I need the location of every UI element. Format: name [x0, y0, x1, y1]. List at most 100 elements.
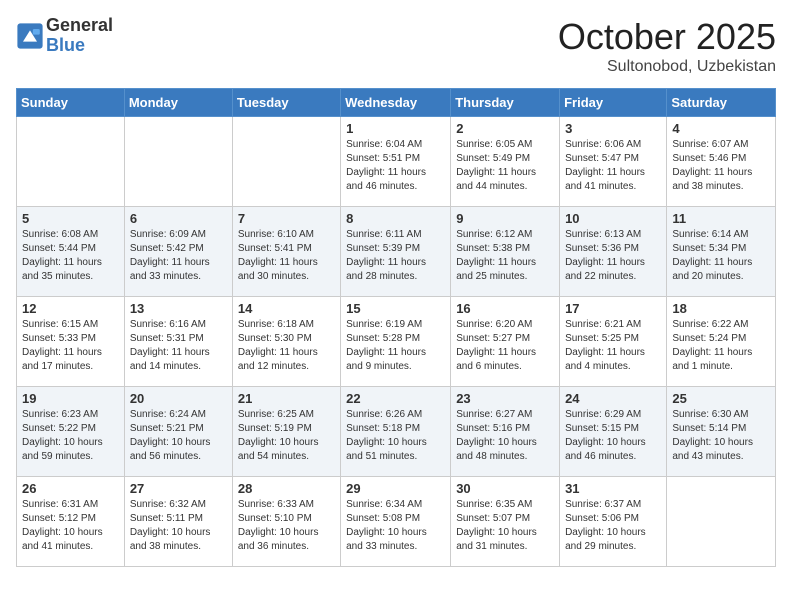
day-info: Sunrise: 6:19 AM Sunset: 5:28 PM Dayligh…	[346, 318, 445, 374]
day-info: Sunrise: 6:15 AM Sunset: 5:33 PM Dayligh…	[22, 318, 119, 374]
calendar-cell: 25Sunrise: 6:30 AM Sunset: 5:14 PM Dayli…	[667, 387, 776, 477]
weekday-header-monday: Monday	[124, 89, 232, 117]
day-number: 11	[672, 211, 770, 226]
calendar-cell: 7 Sunrise: 6:10 AM Sunset: 5:41 PM Daylig…	[232, 207, 340, 297]
calendar-cell: 26 Sunrise: 6:31 AM Sunset: 5:12 PM Dayli…	[17, 477, 125, 567]
day-number: 30	[456, 481, 554, 496]
calendar-cell: 23 Sunrise: 6:27 AM Sunset: 5:16 PM Dayli…	[451, 387, 560, 477]
day-number: 3	[565, 121, 661, 136]
day-info: Sunrise: 6:16 AM Sunset: 5:31 PM Dayligh…	[130, 318, 227, 374]
day-info: Sunrise: 6:22 AM Sunset: 5:24 PM Dayligh…	[672, 318, 770, 374]
day-info: Sunrise: 6:20 AM Sunset: 5:27 PM Dayligh…	[456, 318, 554, 374]
day-info: Sunrise: 6:33 AM Sunset: 5:10 PM Dayligh…	[238, 498, 335, 554]
day-number: 13	[130, 301, 227, 316]
calendar-cell: 10 Sunrise: 6:13 AM Sunset: 5:36 PM Dayli…	[560, 207, 667, 297]
day-info: Sunrise: 6:24 AM Sunset: 5:21 PM Dayligh…	[130, 408, 227, 464]
calendar-cell: 24 Sunrise: 6:29 AM Sunset: 5:15 PM Dayli…	[560, 387, 667, 477]
calendar-cell: 5 Sunrise: 6:08 AM Sunset: 5:44 PM Daylig…	[17, 207, 125, 297]
day-info: Sunrise: 6:06 AM Sunset: 5:47 PM Dayligh…	[565, 138, 661, 194]
day-info: Sunrise: 6:32 AM Sunset: 5:11 PM Dayligh…	[130, 498, 227, 554]
logo-blue-text: Blue	[46, 36, 113, 56]
day-number: 26	[22, 481, 119, 496]
calendar-cell: 31 Sunrise: 6:37 AM Sunset: 5:06 PM Dayli…	[560, 477, 667, 567]
day-info: Sunrise: 6:37 AM Sunset: 5:06 PM Dayligh…	[565, 498, 661, 554]
day-info: Sunrise: 6:12 AM Sunset: 5:38 PM Dayligh…	[456, 228, 554, 284]
day-number: 29	[346, 481, 445, 496]
day-info: Sunrise: 6:08 AM Sunset: 5:44 PM Dayligh…	[22, 228, 119, 284]
day-number: 7	[238, 211, 335, 226]
day-info: Sunrise: 6:10 AM Sunset: 5:41 PM Dayligh…	[238, 228, 335, 284]
calendar-cell: 1Sunrise: 6:04 AM Sunset: 5:51 PM Daylig…	[341, 117, 451, 207]
title-section: October 2025 Sultonobod, Uzbekistan	[558, 16, 776, 76]
day-number: 23	[456, 391, 554, 406]
day-number: 25	[672, 391, 770, 406]
logo: General Blue	[16, 16, 113, 56]
day-number: 21	[238, 391, 335, 406]
calendar-cell: 19Sunrise: 6:23 AM Sunset: 5:22 PM Dayli…	[17, 387, 125, 477]
day-number: 4	[672, 121, 770, 136]
calendar-cell: 28 Sunrise: 6:33 AM Sunset: 5:10 PM Dayli…	[232, 477, 340, 567]
day-number: 5	[22, 211, 119, 226]
calendar-cell	[124, 117, 232, 207]
day-info: Sunrise: 6:31 AM Sunset: 5:12 PM Dayligh…	[22, 498, 119, 554]
day-number: 12	[22, 301, 119, 316]
day-number: 27	[130, 481, 227, 496]
calendar-cell	[17, 117, 125, 207]
day-info: Sunrise: 6:35 AM Sunset: 5:07 PM Dayligh…	[456, 498, 554, 554]
day-number: 1	[346, 121, 445, 136]
calendar-week-row: 1Sunrise: 6:04 AM Sunset: 5:51 PM Daylig…	[17, 117, 776, 207]
day-number: 17	[565, 301, 661, 316]
calendar-cell	[232, 117, 340, 207]
calendar-cell: 11Sunrise: 6:14 AM Sunset: 5:34 PM Dayli…	[667, 207, 776, 297]
day-number: 22	[346, 391, 445, 406]
calendar-cell: 8 Sunrise: 6:11 AM Sunset: 5:39 PM Daylig…	[341, 207, 451, 297]
day-number: 9	[456, 211, 554, 226]
calendar-cell: 20Sunrise: 6:24 AM Sunset: 5:21 PM Dayli…	[124, 387, 232, 477]
weekday-header-saturday: Saturday	[667, 89, 776, 117]
weekday-header-wednesday: Wednesday	[341, 89, 451, 117]
day-info: Sunrise: 6:21 AM Sunset: 5:25 PM Dayligh…	[565, 318, 661, 374]
day-info: Sunrise: 6:13 AM Sunset: 5:36 PM Dayligh…	[565, 228, 661, 284]
location-text: Sultonobod, Uzbekistan	[558, 58, 776, 76]
calendar-cell: 16Sunrise: 6:20 AM Sunset: 5:27 PM Dayli…	[451, 297, 560, 387]
calendar-cell: 21 Sunrise: 6:25 AM Sunset: 5:19 PM Dayli…	[232, 387, 340, 477]
day-number: 24	[565, 391, 661, 406]
day-info: Sunrise: 6:05 AM Sunset: 5:49 PM Dayligh…	[456, 138, 554, 194]
calendar-header-row: SundayMondayTuesdayWednesdayThursdayFrid…	[17, 89, 776, 117]
month-title: October 2025	[558, 16, 776, 58]
day-number: 6	[130, 211, 227, 226]
calendar-week-row: 26 Sunrise: 6:31 AM Sunset: 5:12 PM Dayli…	[17, 477, 776, 567]
calendar-cell: 17 Sunrise: 6:21 AM Sunset: 5:25 PM Dayli…	[560, 297, 667, 387]
day-info: Sunrise: 6:11 AM Sunset: 5:39 PM Dayligh…	[346, 228, 445, 284]
day-number: 19	[22, 391, 119, 406]
calendar-cell: 14Sunrise: 6:18 AM Sunset: 5:30 PM Dayli…	[232, 297, 340, 387]
calendar-cell: 9 Sunrise: 6:12 AM Sunset: 5:38 PM Daylig…	[451, 207, 560, 297]
calendar-cell: 22 Sunrise: 6:26 AM Sunset: 5:18 PM Dayli…	[341, 387, 451, 477]
day-info: Sunrise: 6:25 AM Sunset: 5:19 PM Dayligh…	[238, 408, 335, 464]
calendar-cell: 27 Sunrise: 6:32 AM Sunset: 5:11 PM Dayli…	[124, 477, 232, 567]
day-info: Sunrise: 6:27 AM Sunset: 5:16 PM Dayligh…	[456, 408, 554, 464]
day-number: 10	[565, 211, 661, 226]
calendar-table: SundayMondayTuesdayWednesdayThursdayFrid…	[16, 88, 776, 567]
logo-icon	[16, 22, 44, 50]
calendar-cell: 4Sunrise: 6:07 AM Sunset: 5:46 PM Daylig…	[667, 117, 776, 207]
day-number: 2	[456, 121, 554, 136]
weekday-header-friday: Friday	[560, 89, 667, 117]
calendar-cell: 2 Sunrise: 6:05 AM Sunset: 5:49 PM Daylig…	[451, 117, 560, 207]
day-number: 31	[565, 481, 661, 496]
page-header: General Blue October 2025 Sultonobod, Uz…	[16, 16, 776, 76]
weekday-header-tuesday: Tuesday	[232, 89, 340, 117]
day-info: Sunrise: 6:29 AM Sunset: 5:15 PM Dayligh…	[565, 408, 661, 464]
day-number: 18	[672, 301, 770, 316]
calendar-cell: 13 Sunrise: 6:16 AM Sunset: 5:31 PM Dayli…	[124, 297, 232, 387]
calendar-cell: 29Sunrise: 6:34 AM Sunset: 5:08 PM Dayli…	[341, 477, 451, 567]
calendar-cell: 3 Sunrise: 6:06 AM Sunset: 5:47 PM Daylig…	[560, 117, 667, 207]
day-info: Sunrise: 6:26 AM Sunset: 5:18 PM Dayligh…	[346, 408, 445, 464]
calendar-cell	[667, 477, 776, 567]
calendar-cell: 6Sunrise: 6:09 AM Sunset: 5:42 PM Daylig…	[124, 207, 232, 297]
calendar-cell: 12 Sunrise: 6:15 AM Sunset: 5:33 PM Dayli…	[17, 297, 125, 387]
day-number: 15	[346, 301, 445, 316]
day-number: 8	[346, 211, 445, 226]
day-number: 28	[238, 481, 335, 496]
calendar-cell: 18 Sunrise: 6:22 AM Sunset: 5:24 PM Dayli…	[667, 297, 776, 387]
